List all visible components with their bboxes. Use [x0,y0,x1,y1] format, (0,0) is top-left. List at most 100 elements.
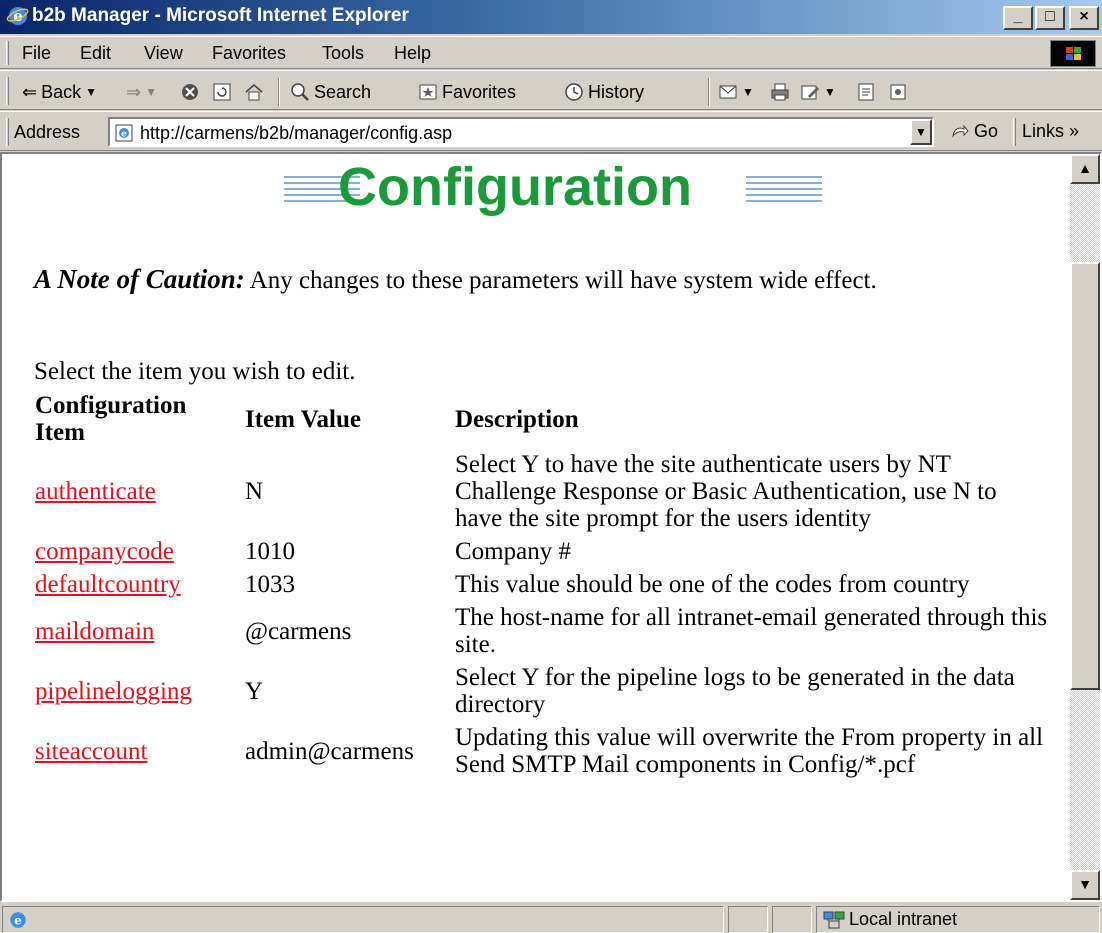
configuration-banner: Configuration [272,157,832,222]
menu-file[interactable]: File [22,43,51,64]
mail-icon [719,85,737,99]
menu-help[interactable]: Help [394,43,431,64]
description-cell: This value should be one of the codes fr… [455,571,970,598]
links-separator [1013,118,1016,146]
home-button[interactable] [244,80,264,104]
windows-logo-icon [1066,47,1081,60]
table-row: companycode 1010 Company # [32,535,1052,568]
toolbar-separator [708,78,710,106]
menu-bar: File Edit View Favorites Tools Help [0,36,1102,69]
refresh-button[interactable] [212,80,232,104]
header-description: Description [455,405,579,433]
item-link-maildomain[interactable]: maildomain [35,618,154,645]
refresh-icon [213,83,231,101]
menu-view[interactable]: View [144,43,183,64]
mail-button[interactable]: ▼ [718,80,754,104]
go-label: Go [974,121,999,141]
favorites-button[interactable]: Favorites [418,80,516,104]
value-cell: Y [245,677,264,705]
print-icon [771,83,789,101]
header-item-value: Item Value [245,405,361,433]
content-frame: Configuration A Note of Caution: Any cha… [0,152,1102,902]
value-cell: 1033 [245,571,295,598]
discuss-button[interactable] [856,80,876,104]
description-cell: Company # [455,538,571,565]
value-cell: 1010 [245,538,295,565]
table-row: siteaccount admin@carmens Updating this … [32,721,1052,781]
edit-dropdown-icon[interactable]: ▼ [824,85,836,99]
address-bar: Address e http://carmens/b2b/manager/con… [0,111,1102,151]
minimize-button[interactable]: _ [1003,6,1033,30]
item-cell: maildomain [32,601,242,661]
search-label: Search [314,81,372,102]
messenger-icon [890,84,906,100]
status-secure-pane [772,906,812,933]
table-row: pipelinelogging Y Select Y for the pipel… [32,661,1052,721]
search-icon [291,83,309,101]
forward-button[interactable]: ⇒ ▼ [126,80,157,104]
status-zone-pane: Local intranet [816,906,1100,933]
scroll-up-icon[interactable]: ▲ [1070,154,1100,184]
caution-note: A Note of Caution: Any changes to these … [34,264,1044,296]
vertical-scrollbar[interactable]: ▲ ▼ [1070,154,1100,900]
menu-favorites[interactable]: Favorites [212,43,286,64]
back-arrow-icon: ⇐ [22,81,38,102]
throbber [1050,40,1096,67]
address-input[interactable]: e http://carmens/b2b/manager/config.asp … [108,117,934,147]
select-instruction: Select the item you wish to edit. [34,358,356,385]
item-link-companycode[interactable]: companycode [35,538,174,565]
maximize-button[interactable]: □ [1035,6,1065,30]
item-cell: siteaccount [32,721,242,781]
table-row: defaultcountry 1033 This value should be… [32,568,1052,601]
close-button[interactable]: × [1069,6,1099,30]
history-button[interactable]: History [564,80,644,104]
messenger-button[interactable] [888,80,908,104]
banner-stripes-right [746,176,822,204]
discuss-icon [858,83,874,101]
item-link-siteaccount[interactable]: siteaccount [35,738,147,765]
scroll-thumb[interactable] [1070,262,1100,690]
edit-button[interactable]: ▼ [800,80,836,104]
go-button[interactable]: Go [950,121,998,142]
svg-text:e: e [14,913,22,927]
item-cell: defaultcountry [32,568,242,601]
favorites-icon [419,84,437,100]
status-message-pane: e [2,906,724,933]
toolbar-separator [278,78,280,106]
stop-icon [182,84,198,100]
menu-edit[interactable]: Edit [80,43,111,64]
back-label: Back [41,81,82,102]
table-row: authenticate N Select Y to have the site… [32,448,1052,535]
description-cell: The host-name for all intranet-email gen… [455,604,1048,658]
edit-icon [801,85,819,100]
header-configuration-item: Configuration Item [35,392,187,446]
address-dropdown-icon[interactable]: ▼ [910,119,932,145]
value-cell: @carmens [245,617,352,645]
links-button[interactable]: Links » [1022,121,1079,142]
description-cell: Select Y to have the site authenticate u… [455,451,997,532]
item-link-authenticate[interactable]: authenticate [35,478,156,505]
search-button[interactable]: Search [290,80,371,104]
page-content: Configuration A Note of Caution: Any cha… [2,154,1070,900]
banner-title: Configuration [338,157,692,217]
item-link-pipelinelogging[interactable]: pipelinelogging [35,678,192,705]
page-status-icon: e [10,912,26,928]
back-button[interactable]: ⇐ Back ▼ [22,80,97,104]
menu-tools[interactable]: Tools [322,43,364,64]
item-cell: companycode [32,535,242,568]
config-table-header: Configuration Item Item Value Descriptio… [32,390,1052,448]
ie-logo-icon: e [6,7,29,25]
item-link-defaultcountry[interactable]: defaultcountry [35,571,181,598]
status-bar: e Local intranet [0,903,1102,933]
local-intranet-icon [823,911,845,929]
mail-dropdown-icon[interactable]: ▼ [742,85,754,99]
print-button[interactable] [770,80,790,104]
stop-button[interactable] [180,80,200,104]
forward-dropdown-icon[interactable]: ▼ [145,85,157,99]
item-cell: pipelinelogging [32,661,242,721]
caution-text: Any changes to these parameters will hav… [244,267,877,294]
back-dropdown-icon[interactable]: ▼ [85,85,97,99]
svg-text:e: e [121,130,127,140]
scroll-down-icon[interactable]: ▼ [1070,870,1100,900]
table-row: maildomain @carmens The host-name for al… [32,601,1052,661]
